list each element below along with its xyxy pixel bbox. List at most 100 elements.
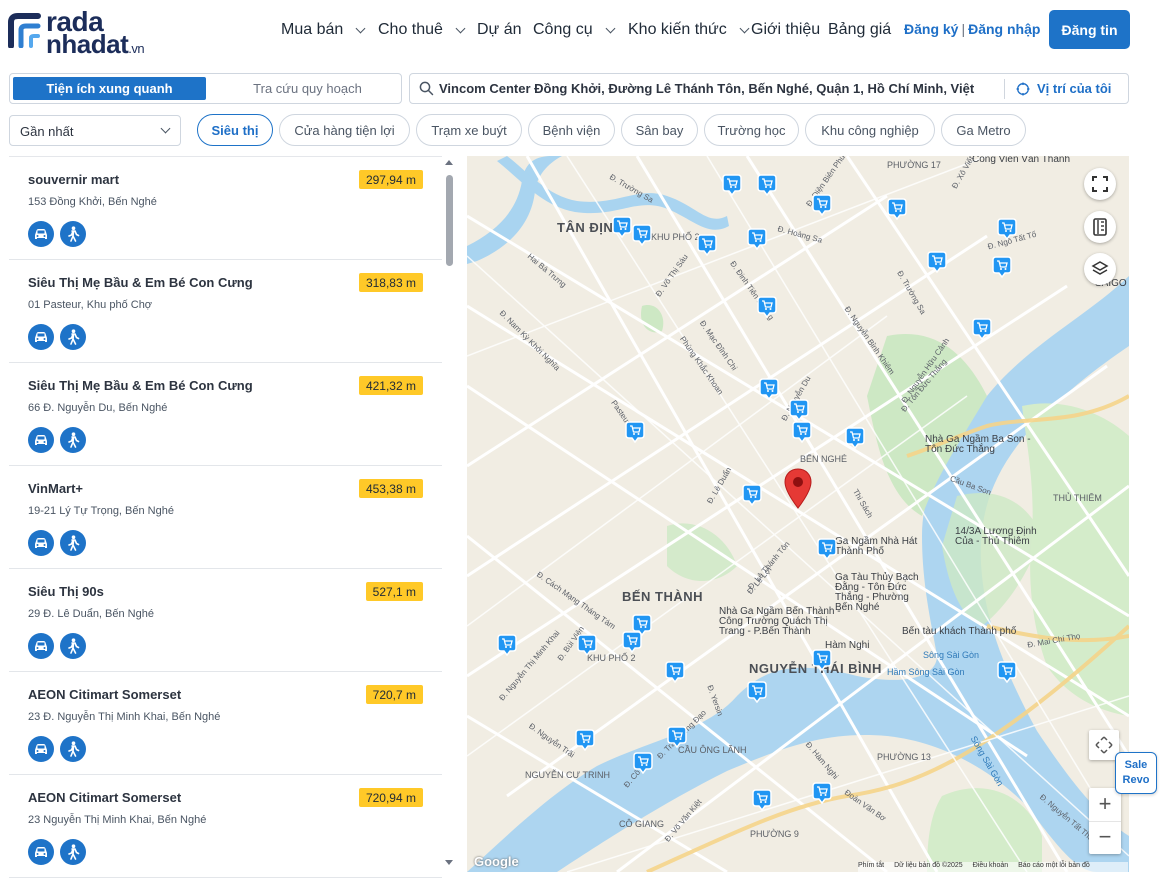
supermarket-pin-icon[interactable]	[927, 251, 947, 274]
walking-directions-button[interactable]	[60, 530, 86, 556]
supermarket-pin-icon[interactable]	[757, 296, 777, 319]
supermarket-pin-icon[interactable]	[817, 538, 837, 561]
my-location-button[interactable]: Vị trí của tôi	[1016, 81, 1111, 96]
report-error-link[interactable]: Báo cáo một lỗi bản đồ	[1018, 862, 1090, 872]
result-item[interactable]: AEON Citimart Somerset 23 Nguyễn Thị Minh…	[9, 775, 442, 878]
supermarket-pin-icon[interactable]	[792, 421, 812, 444]
driving-directions-button[interactable]	[28, 736, 54, 762]
supermarket-pin-icon[interactable]	[752, 789, 772, 812]
driving-directions-button[interactable]	[28, 324, 54, 350]
nav-gioi-thieu[interactable]: Giới thiệu	[751, 21, 820, 39]
tab-zoning-lookup[interactable]: Tra cứu quy hoạch	[215, 77, 400, 100]
supermarket-pin-icon[interactable]	[759, 378, 779, 401]
result-item[interactable]: AEON Citimart Somerset 23 Đ. Nguyễn Thị M…	[9, 672, 442, 775]
category-chip-khu-cong-nghiep[interactable]: Khu công nghiệp	[805, 114, 935, 146]
nav-cho-thue[interactable]: Cho thuê	[378, 21, 466, 39]
logo[interactable]: rada nhadat.vn	[8, 8, 158, 57]
result-name[interactable]: souvernir mart	[28, 172, 119, 187]
zoom-in-button[interactable]: +	[1089, 788, 1121, 821]
walking-directions-button[interactable]	[60, 221, 86, 247]
walking-directions-button[interactable]	[60, 839, 86, 865]
category-chip-truong-hoc[interactable]: Trường học	[704, 114, 799, 146]
supermarket-pin-icon[interactable]	[997, 218, 1017, 241]
supermarket-pin-icon[interactable]	[997, 661, 1017, 684]
supermarket-pin-icon[interactable]	[972, 318, 992, 341]
supermarket-pin-icon[interactable]	[667, 726, 687, 749]
address-search-bar[interactable]: Vincom Center Đồng Khởi, Đường Lê Thánh …	[409, 73, 1129, 104]
sort-select[interactable]: Gần nhất	[9, 115, 181, 146]
result-name[interactable]: Siêu Thị Mẹ Bầu & Em Bé Con Cưng	[28, 275, 253, 290]
result-item[interactable]: souvernir mart 153 Đồng Khởi, Bến Nghé 297…	[9, 157, 442, 260]
result-name[interactable]: Siêu Thị 90s	[28, 584, 104, 599]
supermarket-pin-icon[interactable]	[632, 224, 652, 247]
supermarket-pin-icon[interactable]	[622, 631, 642, 654]
walking-directions-button[interactable]	[60, 736, 86, 762]
search-input[interactable]: Vincom Center Đồng Khởi, Đường Lê Thánh …	[439, 81, 999, 96]
category-chip-ga-metro[interactable]: Ga Metro	[941, 114, 1026, 146]
driving-directions-button[interactable]	[28, 221, 54, 247]
supermarket-pin-icon[interactable]	[992, 256, 1012, 279]
scroll-down-arrow[interactable]	[445, 860, 453, 865]
supermarket-pin-icon[interactable]	[742, 484, 762, 507]
post-listing-button[interactable]: Đăng tin	[1049, 10, 1130, 49]
result-name[interactable]: VinMart+	[28, 481, 83, 496]
category-chip-sieu-thi[interactable]: Siêu thị	[197, 114, 273, 146]
nav-mua-ban[interactable]: Mua bán	[281, 21, 366, 39]
walking-directions-button[interactable]	[60, 427, 86, 453]
map[interactable]: TÂN ĐỊNH BẾN THÀNH NGUYỄN THÁI BÌNH KHU …	[467, 156, 1129, 872]
result-name[interactable]: AEON Citimart Somerset	[28, 687, 181, 702]
result-name[interactable]: AEON Citimart Somerset	[28, 790, 181, 805]
supermarket-pin-icon[interactable]	[633, 752, 653, 775]
nav-kho-kien-thuc[interactable]: Kho kiến thức	[628, 21, 750, 39]
scrollbar-thumb[interactable]	[446, 175, 453, 266]
legend-button[interactable]	[1084, 211, 1116, 243]
driving-directions-button[interactable]	[28, 530, 54, 556]
results-list[interactable]: souvernir mart 153 Đồng Khởi, Bến Nghé 297…	[9, 156, 442, 884]
supermarket-pin-icon[interactable]	[575, 729, 595, 752]
supermarket-pin-icon[interactable]	[812, 782, 832, 805]
supermarket-pin-icon[interactable]	[497, 634, 517, 657]
driving-directions-button[interactable]	[28, 633, 54, 659]
tab-nearby-amenities[interactable]: Tiện ích xung quanh	[13, 77, 206, 100]
scroll-up-arrow[interactable]	[445, 160, 453, 165]
supermarket-pin-icon[interactable]	[612, 216, 632, 239]
result-item[interactable]: Siêu Thị Mẹ Bầu & Em Bé Con Cưng 66 Đ. Ng…	[9, 363, 442, 466]
driving-directions-button[interactable]	[28, 427, 54, 453]
walking-directions-button[interactable]	[60, 324, 86, 350]
sale-revo-badge[interactable]: Sale Revo	[1115, 752, 1157, 794]
category-chip-tram-xe-buyt[interactable]: Trạm xe buýt	[416, 114, 522, 146]
supermarket-pin-icon[interactable]	[577, 634, 597, 657]
result-item[interactable]: Siêu Thị 90s 29 Đ. Lê Duẩn, Bến Nghé 527,1…	[9, 569, 442, 672]
supermarket-pin-icon[interactable]	[887, 198, 907, 221]
category-chip-san-bay[interactable]: Sân bay	[621, 114, 698, 146]
supermarket-pin-icon[interactable]	[812, 649, 832, 672]
fullscreen-button[interactable]	[1084, 168, 1116, 200]
supermarket-pin-icon[interactable]	[747, 681, 767, 704]
register-link[interactable]: Đăng ký	[904, 21, 958, 37]
driving-directions-button[interactable]	[28, 839, 54, 865]
zoom-out-button[interactable]: −	[1089, 821, 1121, 854]
supermarket-pin-icon[interactable]	[747, 228, 767, 251]
supermarket-pin-icon[interactable]	[757, 174, 777, 197]
supermarket-pin-icon[interactable]	[722, 174, 742, 197]
result-item[interactable]: VinMart+ 19-21 Lý Tự Trọng, Bến Nghé 453,3…	[9, 466, 442, 569]
main-location-marker-icon[interactable]	[783, 468, 813, 510]
nav-cong-cu[interactable]: Công cụ	[533, 21, 616, 39]
map-layers-button[interactable]	[1084, 253, 1116, 285]
supermarket-pin-icon[interactable]	[625, 421, 645, 444]
category-chip-cua-hang-tien-loi[interactable]: Cửa hàng tiện lợi	[279, 114, 410, 146]
nav-du-an[interactable]: Dự án	[477, 21, 522, 39]
supermarket-pin-icon[interactable]	[665, 661, 685, 684]
supermarket-pin-icon[interactable]	[845, 427, 865, 450]
supermarket-pin-icon[interactable]	[697, 234, 717, 257]
walking-directions-button[interactable]	[60, 633, 86, 659]
result-item[interactable]: Siêu Thị Mẹ Bầu & Em Bé Con Cưng 01 Paste…	[9, 260, 442, 363]
result-name[interactable]: Siêu Thị Mẹ Bầu & Em Bé Con Cưng	[28, 378, 253, 393]
supermarket-pin-icon[interactable]	[789, 399, 809, 422]
category-chip-benh-vien[interactable]: Bệnh viện	[528, 114, 615, 146]
supermarket-pin-icon[interactable]	[812, 194, 832, 217]
login-link[interactable]: Đăng nhập	[968, 21, 1040, 37]
keyboard-shortcuts-link[interactable]: Phím tắt	[858, 862, 884, 872]
nav-bang-gia[interactable]: Bảng giá	[828, 21, 891, 39]
terms-link[interactable]: Điều khoản	[973, 862, 1008, 872]
